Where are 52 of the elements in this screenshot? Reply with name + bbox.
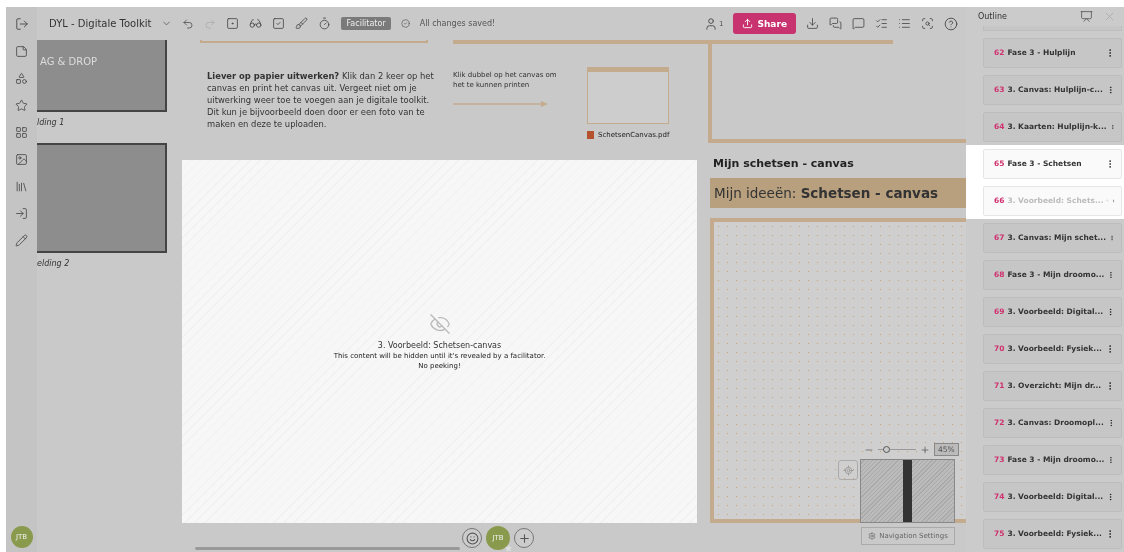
thumbnail-caption: lding 1 bbox=[37, 118, 66, 127]
board-title[interactable]: DYL - Digitale Toolkit bbox=[49, 18, 152, 29]
list-check-icon[interactable] bbox=[875, 17, 888, 30]
pencil-icon[interactable] bbox=[15, 234, 28, 247]
sticky-note-icon[interactable] bbox=[15, 45, 28, 58]
share-button[interactable]: Share bbox=[733, 13, 796, 34]
locate-icon bbox=[842, 464, 854, 476]
presentation-icon[interactable] bbox=[1080, 10, 1093, 23]
frame-title: Mijn schetsen - canvas bbox=[713, 157, 854, 170]
add-button[interactable] bbox=[514, 528, 534, 548]
scrollbar[interactable] bbox=[195, 547, 460, 550]
slide-thumbnail[interactable] bbox=[37, 143, 167, 253]
list-icon[interactable] bbox=[898, 17, 911, 30]
thumbnail-title: AG & DROP bbox=[40, 56, 98, 67]
note-paragraph: Liever op papier uitwerken? Klik dan 2 keer op het canvas en print het canvas uit. Vergeet niet om je uitwerking weer toe te voegen aan je digitale toolkit. Dit kun je bijvoorbeeld doen door er een foto van te maken en deze te uploaden. bbox=[207, 70, 435, 130]
minimap[interactable] bbox=[860, 459, 955, 523]
thumbnail-caption: elding 2 bbox=[37, 259, 71, 268]
shapes-icon[interactable] bbox=[15, 72, 28, 85]
banner-heading: Mijn ideeën: Schetsen - canvas bbox=[710, 178, 966, 208]
spy-icon[interactable] bbox=[249, 17, 263, 30]
facilitator-badge[interactable]: Facilitator bbox=[341, 17, 391, 30]
checkbox-icon[interactable] bbox=[272, 17, 286, 30]
emoji-button[interactable] bbox=[462, 528, 482, 548]
outline-title: Outline bbox=[978, 12, 1008, 21]
star-icon bbox=[505, 545, 512, 552]
hidden-frame-title: 3. Voorbeeld: Schetsen-canvas bbox=[377, 341, 502, 350]
pdf-icon bbox=[587, 131, 594, 139]
grid-icon[interactable] bbox=[15, 126, 28, 139]
save-status: All changes saved! bbox=[419, 19, 496, 28]
comment-icon[interactable] bbox=[852, 17, 865, 30]
star-icon[interactable] bbox=[15, 99, 28, 112]
user-icon[interactable] bbox=[704, 16, 718, 31]
zoom-in-icon[interactable] bbox=[920, 444, 930, 455]
plus-icon bbox=[517, 531, 531, 545]
smile-icon bbox=[465, 531, 479, 545]
download-icon[interactable] bbox=[806, 17, 819, 30]
search-icon[interactable] bbox=[921, 17, 934, 30]
arrow-icon bbox=[453, 100, 549, 108]
help-icon[interactable] bbox=[944, 16, 958, 31]
zoom-slider-thumb[interactable] bbox=[882, 446, 890, 453]
import-icon[interactable] bbox=[15, 207, 28, 220]
upload-icon bbox=[742, 18, 754, 29]
undo-icon[interactable] bbox=[182, 17, 195, 30]
brush-icon[interactable] bbox=[295, 17, 309, 30]
gear-icon bbox=[868, 532, 877, 540]
image-icon[interactable] bbox=[15, 153, 28, 166]
frame-icon[interactable] bbox=[226, 17, 240, 30]
chat-icon[interactable] bbox=[829, 17, 842, 30]
timer-icon[interactable] bbox=[318, 17, 332, 30]
exit-icon[interactable] bbox=[14, 17, 29, 31]
library-icon[interactable] bbox=[15, 180, 28, 193]
check-icon bbox=[400, 19, 410, 28]
